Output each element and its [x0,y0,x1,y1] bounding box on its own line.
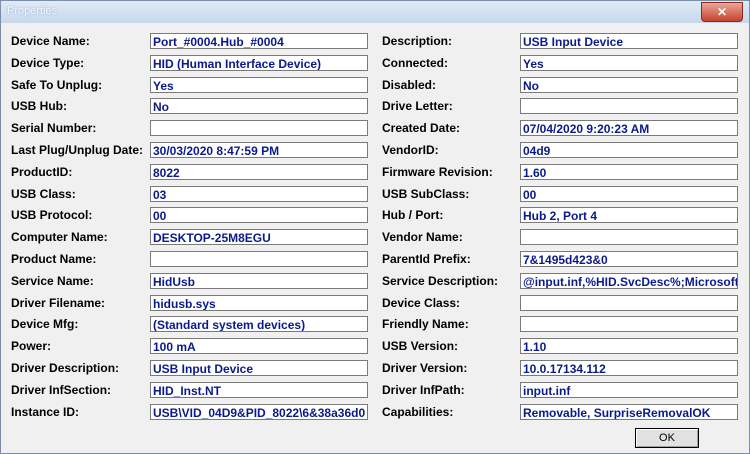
right-field-value[interactable]: USB Input Device [520,33,738,49]
left-field-value[interactable]: HID_Inst.NT [150,382,368,398]
right-field-value[interactable]: Removable, SurpriseRemovalOK [520,404,738,420]
left-field-value[interactable] [150,120,368,136]
right-field-value[interactable]: Hub 2, Port 4 [520,207,738,223]
right-field-label: Device Class: [382,296,461,310]
left-field-value[interactable]: HidUsb [150,273,368,289]
close-icon: ✕ [716,5,728,19]
left-field-value[interactable] [150,251,368,267]
right-field-value[interactable] [520,229,738,245]
right-field-value[interactable] [520,295,738,311]
left-field-value[interactable]: 100 mA [150,338,368,354]
left-field-value[interactable]: 8022 [150,164,368,180]
left-field-label: Safe To Unplug: [11,78,103,92]
right-field-value[interactable]: 10.0.17134.112 [520,360,738,376]
right-field-value[interactable]: 1.60 [520,164,738,180]
left-field-label: Driver Filename: [11,296,106,310]
left-field-value[interactable]: (Standard system devices) [150,316,368,332]
left-field-label: Driver Description: [11,361,120,375]
left-field-value[interactable]: 00 [150,207,368,223]
left-field-label: Computer Name: [11,230,108,244]
right-field-label: Service Description: [382,274,499,288]
left-field-label: USB Class: [11,187,76,201]
right-field-label: Firmware Revision: [382,165,493,179]
right-field-label: Connected: [382,56,448,70]
properties-panel: OK Device Name: Port_#0004.Hub_#0004 Devic… [1,23,749,453]
right-field-value[interactable] [520,316,738,332]
right-field-label: Vendor Name: [382,230,463,244]
right-field-value[interactable]: 1.10 [520,338,738,354]
left-field-value[interactable]: 03 [150,186,368,202]
left-field-label: Product Name: [11,252,97,266]
right-field-label: VendorID: [382,143,439,157]
close-button[interactable]: ✕ [701,2,743,22]
title-bar[interactable]: Properties ✕ [1,1,749,23]
left-field-value[interactable]: Yes [150,77,368,93]
right-field-value[interactable]: Yes [520,55,738,71]
right-field-label: Description: [382,34,453,48]
left-field-value[interactable]: 30/03/2020 8:47:59 PM [150,142,368,158]
properties-window: Properties ✕ OK Device Name: Port_#0004.H… [0,0,750,454]
left-field-label: Device Mfg: [11,317,79,331]
left-field-label: Last Plug/Unplug Date: [11,143,143,157]
window-title: Properties [7,5,58,17]
right-field-label: ParentId Prefix: [382,252,471,266]
right-field-label: Drive Letter: [382,99,453,113]
left-field-label: Device Name: [11,34,90,48]
left-field-value[interactable]: USB\VID_04D9&PID_8022\6&38a36d0 [150,404,368,420]
right-field-label: Capabilities: [382,405,454,419]
right-field-value[interactable] [520,98,738,114]
right-field-value[interactable]: 00 [520,186,738,202]
right-field-label: Friendly Name: [382,317,469,331]
left-field-label: USB Protocol: [11,208,93,222]
left-field-label: USB Hub: [11,99,67,113]
left-field-label: Power: [11,339,52,353]
right-field-value[interactable]: 04d9 [520,142,738,158]
left-field-value[interactable]: Port_#0004.Hub_#0004 [150,33,368,49]
left-field-value[interactable]: No [150,98,368,114]
right-field-value[interactable]: input.inf [520,382,738,398]
left-field-label: Instance ID: [11,405,80,419]
left-field-label: ProductID: [11,165,73,179]
left-field-value[interactable]: DESKTOP-25M8EGU [150,229,368,245]
left-field-value[interactable]: HID (Human Interface Device) [150,55,368,71]
right-field-value[interactable]: @input.inf,%HID.SvcDesc%;Microsoft [520,273,738,289]
right-field-label: Hub / Port: [382,208,444,222]
right-field-value[interactable]: 07/04/2020 9:20:23 AM [520,120,738,136]
left-field-label: Driver InfSection: [11,383,112,397]
right-field-label: Created Date: [382,121,461,135]
right-field-label: Driver InfPath: [382,383,465,397]
right-field-label: USB Version: [382,339,459,353]
right-field-label: USB SubClass: [382,187,470,201]
left-field-label: Service Name: [11,274,94,288]
left-field-label: Device Type: [11,56,85,70]
left-field-value[interactable]: USB Input Device [150,360,368,376]
right-field-label: Disabled: [382,78,437,92]
right-field-value[interactable]: No [520,77,738,93]
left-field-label: Serial Number: [11,121,97,135]
right-field-label: Driver Version: [382,361,468,375]
left-field-value[interactable]: hidusb.sys [150,295,368,311]
ok-button[interactable]: OK [635,428,699,448]
right-field-value[interactable]: 7&1495d423&0 [520,251,738,267]
